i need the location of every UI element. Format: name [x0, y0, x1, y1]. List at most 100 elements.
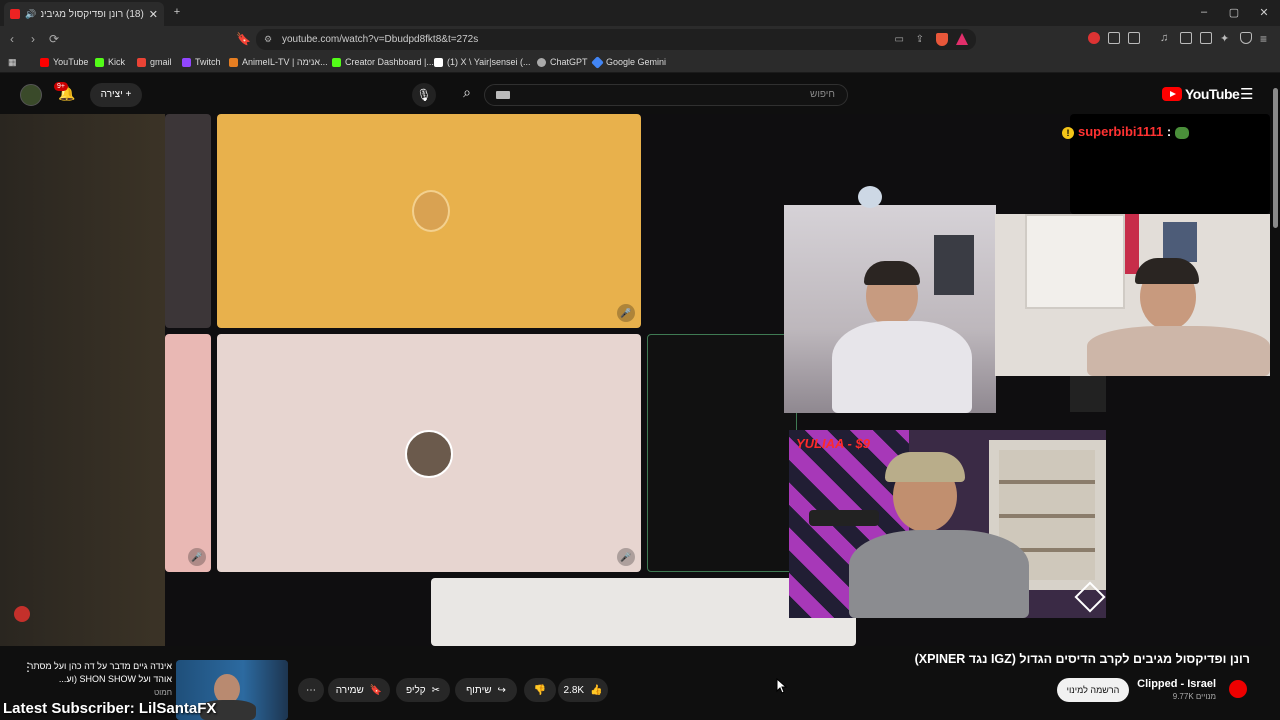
user-avatar — [405, 430, 453, 478]
donation-label: YULIAA - $9 — [796, 436, 870, 451]
call-tile-partial-pink — [165, 334, 211, 572]
youtube-logo[interactable]: YouTube — [1162, 86, 1240, 102]
muted-mic-icon: 🎤 — [188, 548, 206, 566]
recommendation-channel: חמוט — [153, 688, 172, 697]
brave-shield-icon[interactable] — [936, 33, 948, 46]
dislike-button[interactable]: 👎 — [524, 678, 556, 702]
share-page-icon[interactable]: ⇪ — [916, 29, 924, 50]
channel-avatar[interactable] — [1229, 680, 1247, 698]
youtube-icon — [40, 57, 49, 67]
close-window-icon[interactable]: ✕ — [1257, 6, 1271, 19]
bookmark-gmail[interactable]: gmail — [137, 57, 172, 67]
tab-title: (18) רונן ופדיקסול מגיבים לקר — [41, 8, 144, 20]
create-button[interactable]: יצירה + — [90, 83, 142, 107]
extension-record-icon[interactable] — [1088, 32, 1100, 44]
guide-menu-icon[interactable]: ☰ — [1240, 85, 1253, 103]
bookmark-creator-dashboard[interactable]: Creator Dashboard |... — [332, 57, 434, 67]
muted-mic-icon: 🎤 — [617, 548, 635, 566]
call-tile-partial — [165, 114, 211, 328]
leo-ai-icon[interactable]: ✦ — [1220, 32, 1232, 45]
browser-tab[interactable]: 🔊 (18) רונן ופדיקסול מגיבים לקר ✕ — [4, 2, 164, 26]
url-text: youtube.com/watch?v=Dbudpd8fkt8&t=272s — [282, 34, 479, 45]
video-left-blur — [0, 114, 165, 646]
search-icon[interactable]: ⌕ — [452, 84, 482, 106]
streamer-3-body — [849, 530, 1029, 618]
back-icon[interactable]: ‹ — [10, 32, 14, 46]
vpn-shield-icon[interactable] — [1240, 32, 1252, 44]
webcam-streamer-2 — [995, 214, 1270, 376]
url-field[interactable]: ⚙ youtube.com/watch?v=Dbudpd8fkt8&t=272s… — [256, 29, 976, 50]
share-button[interactable]: שיתוף ↪ — [455, 678, 517, 702]
new-tab-icon[interactable]: + — [170, 6, 184, 18]
subscribe-button[interactable]: הרשמה למינוי — [1057, 678, 1129, 702]
brave-rewards-icon[interactable] — [956, 33, 968, 45]
pepe-emote-icon — [1174, 126, 1189, 139]
apps-grid-icon[interactable]: ▦ — [8, 57, 17, 68]
page-scrollbar[interactable] — [1271, 76, 1280, 720]
bookmark-youtube[interactable]: YouTube — [40, 57, 88, 67]
call-tile-doge: 🎤 — [217, 114, 641, 328]
clip-button[interactable]: קליפ ✂ — [396, 678, 450, 702]
subscriber-count: 9.77K מנויים — [1172, 692, 1216, 701]
bookmark-x[interactable]: (1) X \ Yair|sensei (... — [434, 57, 531, 67]
reload-icon[interactable]: ⟳ — [49, 32, 59, 46]
search-input[interactable]: חיפוש — [484, 84, 848, 106]
call-tile-user: 🎤 — [217, 334, 641, 572]
close-tab-icon[interactable]: ✕ — [149, 8, 158, 21]
keyboard-icon[interactable] — [496, 91, 510, 99]
bookmark-animeil[interactable]: AnimeIL-TV | אנימה... — [229, 57, 328, 67]
channel-watermark-icon[interactable] — [14, 606, 30, 622]
voice-search-mic-icon[interactable]: 🎙 — [412, 83, 436, 107]
animeil-icon — [229, 57, 238, 67]
gemini-icon — [591, 55, 604, 69]
channel-name[interactable]: Clipped - Israel — [1120, 678, 1216, 690]
webcam-gap — [1070, 376, 1106, 412]
streamer-1-body — [832, 321, 972, 413]
extensions-icon[interactable] — [1108, 32, 1120, 44]
browser-tab-bar: 🔊 (18) רונן ופדיקסול מגיבים לקר ✕ + – ▢ … — [0, 0, 1280, 26]
gmail-icon — [137, 57, 146, 67]
recommendation-menu-icon[interactable]: ⋮ — [22, 660, 34, 674]
screenshot-icon[interactable] — [1128, 32, 1140, 44]
muted-mic-icon: 🎤 — [617, 304, 635, 322]
bookmark-kick[interactable]: Kick — [95, 57, 125, 67]
plus-icon: + — [125, 89, 132, 100]
browser-menu-icon[interactable]: ≡ — [1260, 32, 1272, 46]
thumbs-down-icon: 👎 — [533, 684, 547, 696]
twitch-icon — [182, 57, 191, 67]
video-player[interactable]: 🎤 🎤 🎤 ! superbibi1111 : YULIAA - $9 — [0, 114, 1270, 646]
more-horizontal-icon: ⋯ — [306, 684, 316, 696]
like-button[interactable]: 2.8K 👍 — [558, 678, 608, 702]
recommendation-title[interactable]: אינדה גיים מדבר על דה כהן ועל מסתר אוהד … — [20, 660, 172, 686]
bookmark-chatgpt[interactable]: ChatGPT — [537, 57, 588, 67]
account-avatar[interactable] — [20, 84, 42, 106]
webcam-streamer-1 — [784, 205, 996, 413]
install-icon[interactable]: ▭ — [895, 29, 904, 50]
bookmark-gemini[interactable]: Google Gemini — [591, 55, 666, 69]
minimize-icon[interactable]: – — [1197, 6, 1211, 18]
youtube-header: 🔔 9+ יצירה + 🎙 ⌕ חיפוש YouTube ☰ — [0, 76, 1270, 114]
bookmark-page-icon[interactable]: 🔖 — [236, 32, 251, 46]
kick-icon — [95, 57, 104, 67]
like-count: 2.8K — [563, 684, 585, 696]
site-info-icon[interactable]: ⚙ — [264, 29, 272, 50]
chatgpt-icon — [537, 57, 546, 67]
youtube-favicon-icon — [10, 9, 20, 19]
music-icon[interactable]: ♫ — [1160, 32, 1172, 44]
webcam-streamer-3 — [789, 430, 1106, 618]
save-button[interactable]: שמירה 🔖 — [328, 678, 390, 702]
wallet-icon[interactable] — [1200, 32, 1212, 44]
video-title: רונן ופדיקסול מגיבים לקרב הדיסים הגדול (… — [914, 652, 1250, 666]
mouse-cursor-icon — [776, 678, 788, 694]
more-actions-button[interactable]: ⋯ — [298, 678, 324, 702]
speaker-icon[interactable]: 🔊 — [25, 9, 36, 20]
maximize-icon[interactable]: ▢ — [1227, 6, 1241, 19]
microphone-arm — [809, 510, 879, 526]
scissors-icon: ✂ — [431, 684, 441, 696]
scrollbar-thumb[interactable] — [1273, 88, 1278, 228]
sidebar-icon[interactable] — [1180, 32, 1192, 44]
bookmark-twitch[interactable]: Twitch — [182, 57, 221, 67]
forward-icon[interactable]: › — [31, 32, 35, 46]
bookmarks-bar: ▦ YouTube Kick gmail Twitch AnimeIL-TV |… — [0, 53, 1280, 73]
x-icon — [434, 57, 443, 67]
